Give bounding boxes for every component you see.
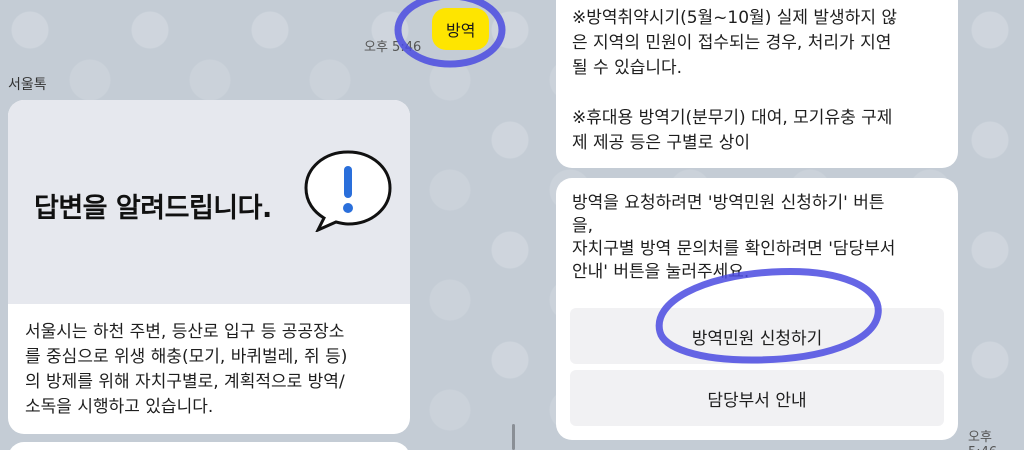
answer-card-body: 서울시는 하천 주변, 등산로 입구 등 공공장소 를 중심으로 위생 해충(모…: [25, 322, 348, 417]
scrollbar-thumb[interactable]: [512, 424, 515, 450]
answer-card-header: 답변을 알려드립니다.: [8, 100, 410, 304]
outgoing-timestamp: 오후 5:46: [364, 40, 422, 55]
action-card-text: 방역을 요청하려면 '방역민원 신청하기' 버튼 을, 자치구별 방역 문의처를…: [572, 193, 896, 282]
apply-disinfection-button[interactable]: 방역민원 신청하기: [570, 308, 944, 364]
exclamation-speech-bubble-icon: [304, 150, 392, 232]
answer-card: 답변을 알려드립니다. 서울시는 하천 주변, 등산로 입구 등 공공장소 를 …: [8, 100, 410, 434]
department-info-button[interactable]: 담당부서 안내: [570, 370, 944, 426]
outgoing-message-bubble[interactable]: 방역: [432, 8, 490, 50]
next-card-peek: [8, 442, 410, 450]
chat-pane-left: 오후 5:46 방역 서울톡 답변을 알려드립니다. 서울시는 하천 주변, 등…: [0, 0, 512, 450]
chat-pane-right: ※방역취약시기(5월~10월) 실제 발생하지 않 은 지역의 민원이 접수되는…: [512, 0, 1024, 450]
action-card: 방역을 요청하려면 '방역민원 신청하기' 버튼 을, 자치구별 방역 문의처를…: [556, 178, 958, 440]
incoming-timestamp: 오후 5:46: [968, 430, 997, 450]
notice-card: ※방역취약시기(5월~10월) 실제 발생하지 않 은 지역의 민원이 접수되는…: [556, 0, 958, 168]
answer-card-title: 답변을 알려드립니다.: [34, 193, 272, 224]
sender-name: 서울톡: [8, 77, 47, 93]
